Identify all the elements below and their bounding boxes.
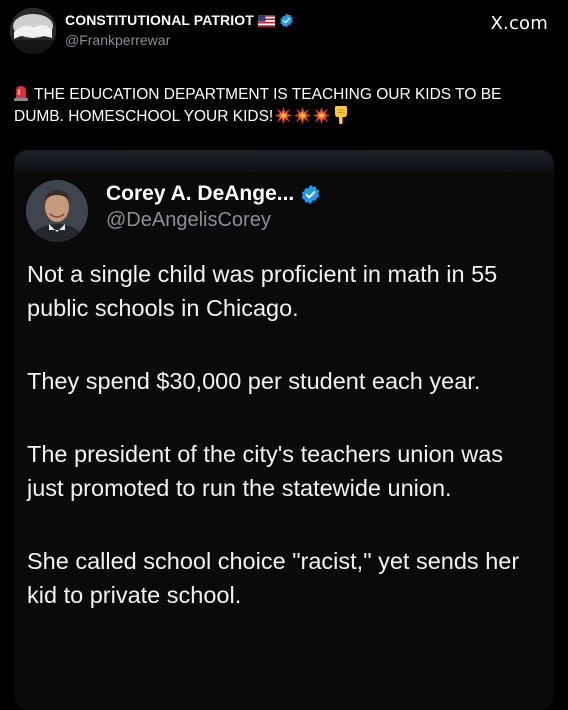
quoted-tweet-card[interactable]: Corey A. DeAnge... @DeAngelisCorey Not a… xyxy=(14,150,554,710)
quote-paragraph: The president of the city's teachers uni… xyxy=(27,441,504,501)
siren-icon xyxy=(14,85,28,101)
quote-paragraph: They spend $30,000 per student each year… xyxy=(27,368,481,394)
us-flag-icon xyxy=(257,14,275,27)
collision-icon xyxy=(313,107,331,124)
quote-body: Not a single child was proficient in mat… xyxy=(27,257,542,651)
post-text: THE EDUCATION DEPARTMENT IS TEACHING OUR… xyxy=(14,84,544,128)
quote-card-top-strip xyxy=(14,150,554,172)
pointing-down-icon xyxy=(334,106,348,124)
author-name[interactable]: CONSTITUTIONAL PATRIOT xyxy=(65,12,254,28)
quote-author-name[interactable]: Corey A. DeAnge... xyxy=(106,182,294,206)
quote-author-avatar[interactable] xyxy=(26,180,88,242)
collision-icon xyxy=(275,107,293,124)
author-avatar[interactable] xyxy=(10,8,56,54)
collision-icon xyxy=(294,107,312,124)
author-handle[interactable]: @Frankperrewar xyxy=(65,32,170,48)
verified-badge-icon xyxy=(279,13,294,28)
author-name-row: CONSTITUTIONAL PATRIOT xyxy=(65,12,294,28)
site-brand: X.com xyxy=(490,13,548,34)
quote-paragraph: She called school choice "racist," yet s… xyxy=(27,548,520,608)
quote-name-row: Corey A. DeAnge... xyxy=(106,182,321,206)
post-header: CONSTITUTIONAL PATRIOT @Frankperrewar X.… xyxy=(0,0,568,60)
quote-paragraph: Not a single child was proficient in mat… xyxy=(27,261,498,321)
verified-badge-icon xyxy=(300,184,321,205)
post-text-content: THE EDUCATION DEPARTMENT IS TEACHING OUR… xyxy=(14,86,502,125)
quote-author-handle[interactable]: @DeAngelisCorey xyxy=(106,209,271,232)
